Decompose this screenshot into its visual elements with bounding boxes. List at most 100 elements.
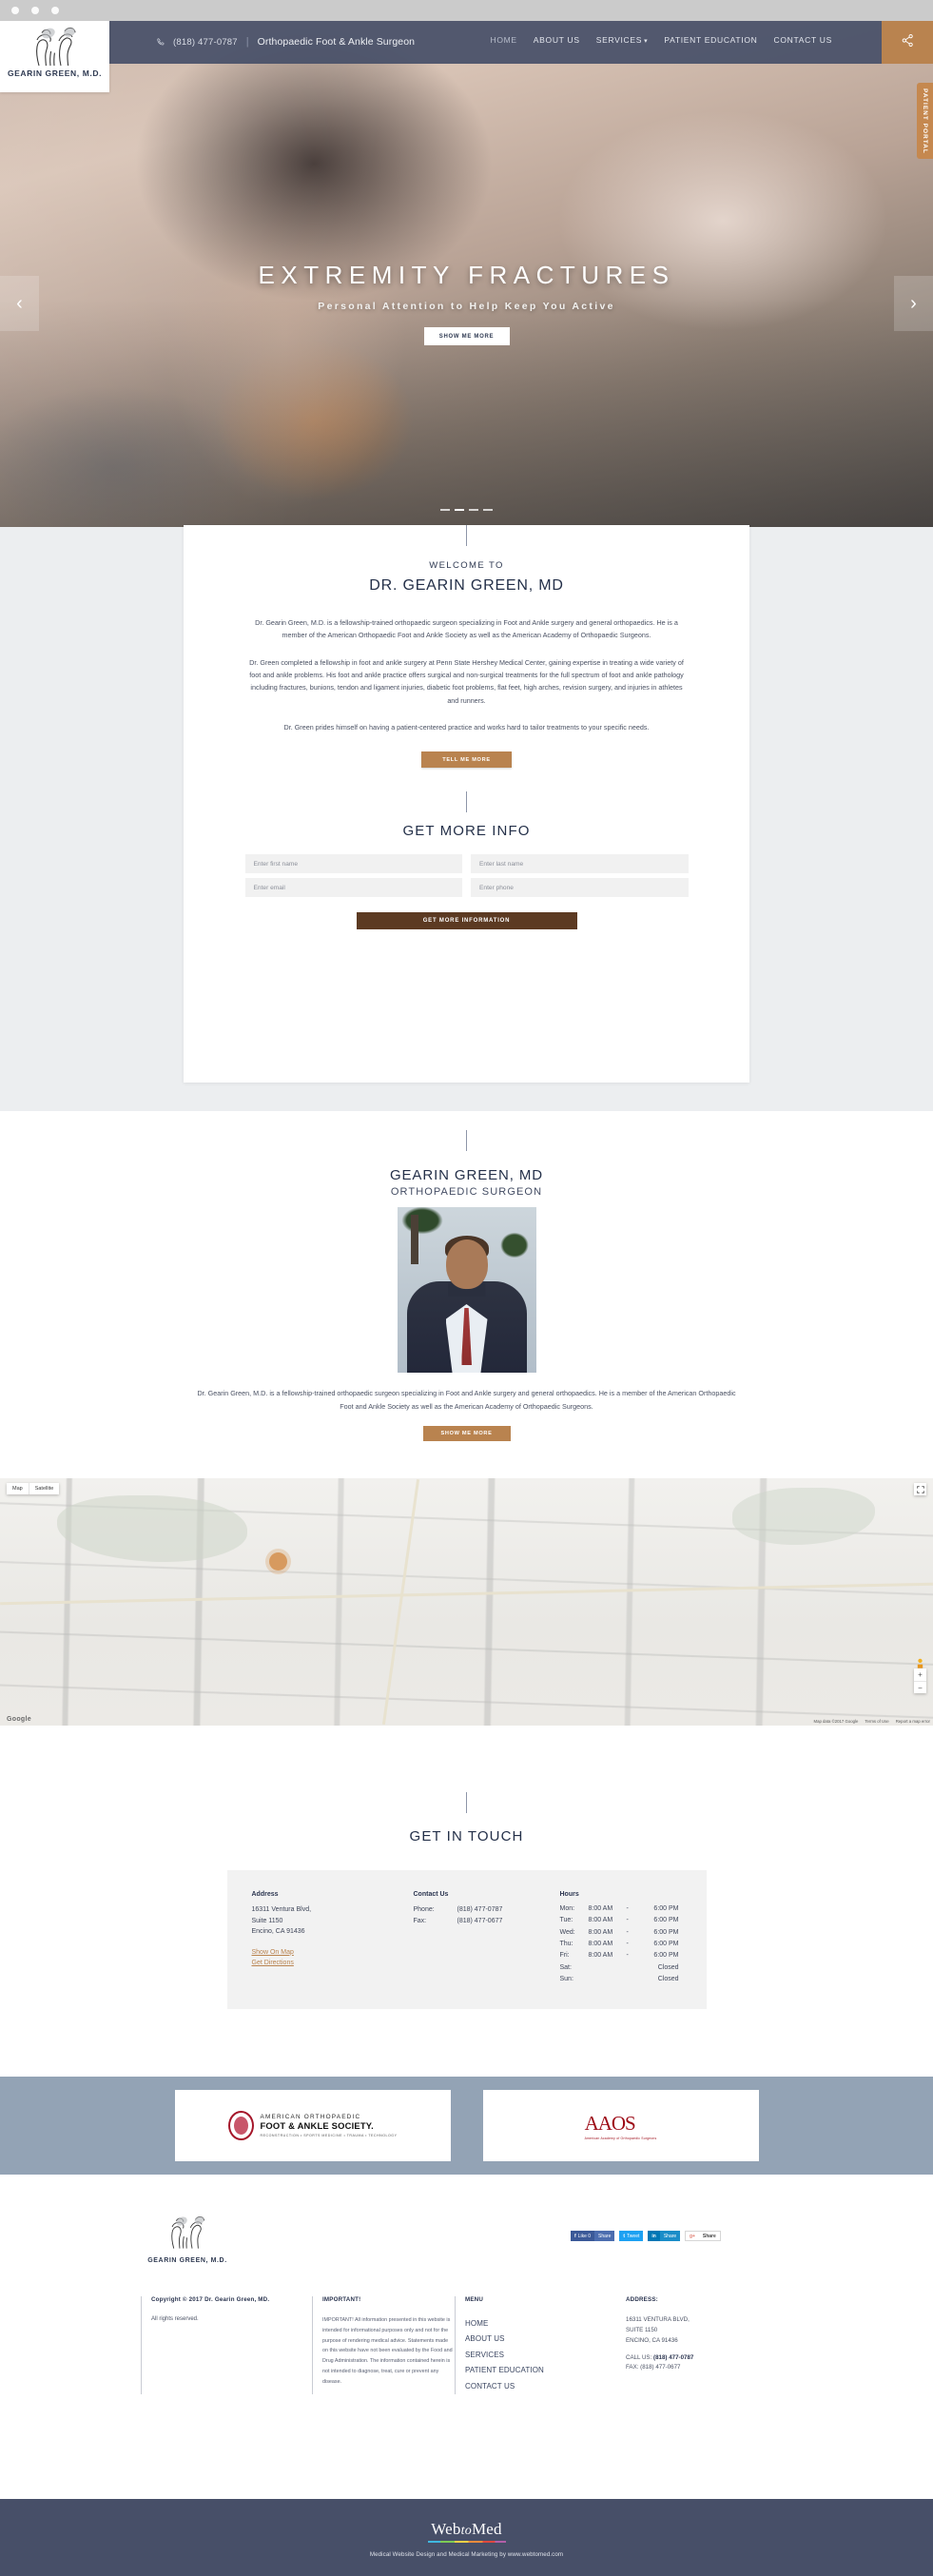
footer-copyright-body: All rights reserved. <box>151 2315 199 2322</box>
map-type-satellite-button[interactable]: Satellite <box>28 1483 60 1494</box>
footer-call-value[interactable]: (818) 477-0787 <box>653 2354 693 2361</box>
header-separator: | <box>245 36 249 48</box>
footer-columns: Copyright © 2017 Dr. Gearin Green, MD. A… <box>141 2296 807 2394</box>
doctor-description: Dr. Gearin Green, M.D. is a fellowship-t… <box>197 1389 736 1411</box>
window-dot[interactable] <box>31 7 39 14</box>
hours-day: Sat: <box>559 1963 572 1971</box>
section-divider-tick <box>466 1130 467 1151</box>
footer-menu-patient-education[interactable]: PATIENT EDUCATION <box>465 2363 626 2378</box>
aaos-logo-card[interactable]: AAOS American Academy of Orthopaedic Sur… <box>482 2090 759 2161</box>
first-name-input[interactable] <box>244 854 462 874</box>
phone-label: Phone: <box>413 1906 435 1913</box>
google-plus-icon: g+ <box>690 2233 695 2239</box>
carousel-dot[interactable] <box>455 509 464 511</box>
facebook-share-button[interactable]: f Like 0 Share <box>571 2231 615 2241</box>
map-location-pin[interactable] <box>269 1552 287 1571</box>
share-button[interactable] <box>882 21 933 64</box>
footer-important-body: IMPORTANT! All information presented in … <box>322 2316 453 2385</box>
hours-close: 6:00 PM <box>653 1952 679 1960</box>
doctor-show-me-more-button[interactable]: SHOW ME MORE <box>422 1426 511 1442</box>
twitter-share-button[interactable]: t Tweet <box>619 2231 644 2241</box>
aofas-seal-icon <box>227 2111 254 2140</box>
facebook-icon: f <box>574 2233 576 2239</box>
footer-call-row: CALL US: (818) 477-0787 <box>626 2353 694 2361</box>
address-heading: Address <box>251 1891 279 1898</box>
linkedin-share-button[interactable]: in Share <box>648 2231 681 2241</box>
map-type-map-button[interactable]: Map <box>7 1483 29 1494</box>
phone-input[interactable] <box>471 878 689 898</box>
welcome-paragraph-1: Dr. Gearin Green, M.D. is a fellowship-t… <box>255 618 678 640</box>
map-attribution: Map data ©2017 Google Terms of Use Repor… <box>813 1719 930 1724</box>
nav-item-about-us[interactable]: ABOUT US <box>534 35 580 45</box>
get-directions-link[interactable]: Get Directions <box>252 1958 414 1968</box>
hours-day: Tue: <box>559 1917 573 1924</box>
carousel-dot[interactable] <box>483 509 493 511</box>
footer-menu-column: MENU HOME ABOUT US SERVICES PATIENT EDUC… <box>455 2296 626 2394</box>
last-name-input[interactable] <box>471 854 689 874</box>
map-report-link[interactable]: Report a map error <box>896 1719 930 1724</box>
nav-item-home[interactable]: HOME <box>490 35 516 45</box>
window-dot[interactable] <box>11 7 19 14</box>
address-links: Show On Map Get Directions <box>252 1947 414 1968</box>
hours-closed: Closed <box>657 1975 679 1982</box>
footer-address-column: ADDRESS: 16311 VENTURA BLVD, SUITE 1150 … <box>626 2296 807 2394</box>
chevron-down-icon: ▾ <box>644 38 649 45</box>
carousel-dot[interactable] <box>469 509 478 511</box>
site-logo[interactable]: GEARIN GREEN, M.D. <box>0 21 109 92</box>
email-input[interactable] <box>244 878 462 898</box>
footer-menu-services[interactable]: SERVICES <box>465 2348 626 2363</box>
footer-copyright-heading: Copyright © 2017 Dr. Gearin Green, MD. <box>151 2296 270 2303</box>
footer-menu-contact-us[interactable]: CONTACT US <box>465 2379 626 2394</box>
aaos-subtitle: American Academy of Orthopaedic Surgeons <box>584 2136 657 2140</box>
fax-value: (818) 477-0677 <box>457 1918 503 1925</box>
footer-important-heading: IMPORTANT! <box>322 2296 361 2303</box>
map-zoom-control: + − <box>914 1669 926 1693</box>
welcome-paragraph-3: Dr. Green prides himself on having a pat… <box>283 722 650 732</box>
patient-portal-tab[interactable]: PATIENT PORTAL <box>917 83 933 159</box>
carousel-dot[interactable] <box>440 509 450 511</box>
nav-item-services[interactable]: SERVICES ▾ <box>596 35 649 45</box>
map-park-area <box>732 1488 875 1545</box>
carousel-prev-arrow[interactable]: ‹ <box>0 276 39 331</box>
nav-item-patient-education[interactable]: PATIENT EDUCATION <box>664 35 757 45</box>
hours-day: Wed: <box>559 1928 575 1936</box>
address-line-1: 16311 Ventura Blvd, <box>251 1906 312 1913</box>
webtomed-wordmark[interactable]: WebtoMed <box>0 2520 933 2539</box>
aofas-logo-card[interactable]: AMERICAN ORTHOPAEDIC FOOT & ANKLE SOCIET… <box>174 2090 451 2161</box>
address-line-2: Suite 1150 <box>251 1917 283 1924</box>
google-plus-share-button[interactable]: g+ Share <box>685 2231 721 2241</box>
get-more-information-submit-button[interactable]: GET MORE INFORMATION <box>356 912 577 930</box>
footer-menu-heading: MENU <box>465 2296 484 2303</box>
location-map[interactable]: Map Satellite + − Google Map data ©2017 … <box>0 1478 933 1726</box>
header-contact-group: (818) 477-0787 | Orthopaedic Foot & Ankl… <box>157 33 415 50</box>
window-controls <box>11 7 59 14</box>
map-zoom-out-button[interactable]: − <box>914 1681 926 1693</box>
map-terms-link[interactable]: Terms of Use <box>865 1719 888 1724</box>
linkedin-icon: in <box>651 2233 656 2239</box>
hero-cta-button[interactable]: SHOW ME MORE <box>423 327 510 345</box>
hours-dash: - <box>626 1905 629 1912</box>
show-on-map-link[interactable]: Show On Map <box>252 1947 414 1958</box>
hours-open: 8:00 AM <box>588 1905 613 1912</box>
header-phone[interactable]: (818) 477-0787 <box>173 37 238 48</box>
nav-item-contact-us[interactable]: CONTACT US <box>774 35 832 45</box>
webtomed-color-bar <box>427 2541 506 2543</box>
map-fullscreen-button[interactable] <box>914 1483 926 1495</box>
welcome-card: WELCOME TO DR. GEARIN GREEN, MD Dr. Gear… <box>184 525 749 1083</box>
aofas-line-3: RECONSTRUCTION • SPORTS MEDICINE • TRAUM… <box>260 2134 398 2138</box>
map-freeway <box>381 1479 419 1725</box>
footer-address-heading: ADDRESS: <box>626 2296 658 2303</box>
carousel-next-arrow[interactable]: › <box>894 276 933 331</box>
map-zoom-in-button[interactable]: + <box>914 1669 926 1681</box>
tell-me-more-button[interactable]: TELL ME MORE <box>421 751 512 769</box>
hours-day: Sun: <box>559 1975 573 1982</box>
hours-dash: - <box>626 1952 629 1960</box>
welcome-paragraph-2: Dr. Green completed a fellowship in foot… <box>249 657 684 705</box>
hours-dash: - <box>626 1928 629 1936</box>
footer-menu-home[interactable]: HOME <box>465 2316 626 2332</box>
window-dot[interactable] <box>51 7 59 14</box>
footer-logo[interactable]: GEARIN GREEN, M.D. <box>141 2213 234 2264</box>
phone-value[interactable]: (818) 477-0787 <box>457 1904 503 1915</box>
footer-copyright-column: Copyright © 2017 Dr. Gearin Green, MD. A… <box>141 2296 312 2394</box>
footer-menu-about-us[interactable]: ABOUT US <box>465 2332 626 2347</box>
